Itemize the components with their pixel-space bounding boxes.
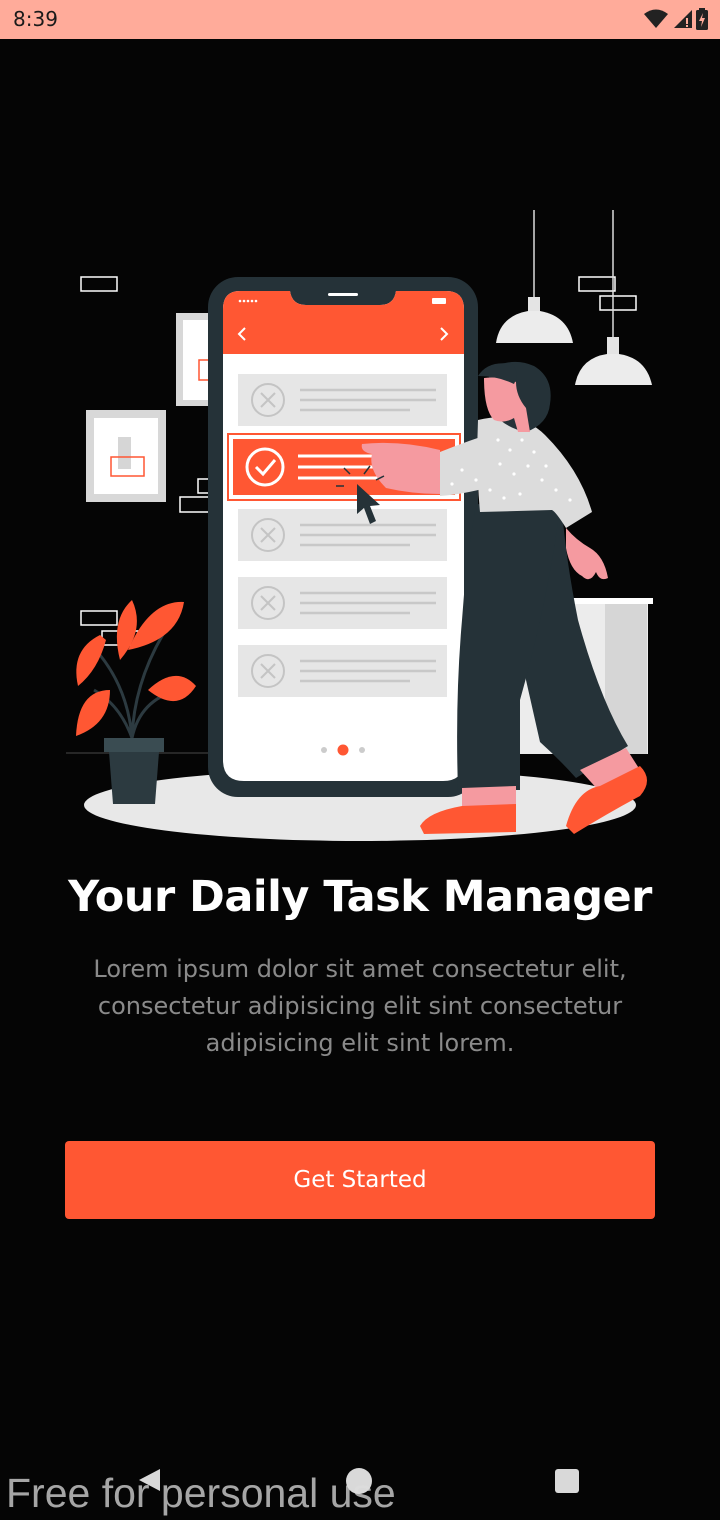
task-item-5 — [238, 645, 447, 697]
hero-illustration — [66, 210, 653, 841]
status-time: 8:39 — [13, 7, 58, 31]
onboarding-title: Your Daily Task Manager — [68, 872, 652, 922]
task-item-4 — [238, 577, 447, 629]
wifi-icon — [644, 9, 668, 28]
phone-mockup — [208, 277, 478, 797]
onboarding-description: Lorem ipsum dolor sit amet consectetur e… — [93, 955, 627, 1057]
battery-charging-icon — [696, 8, 708, 30]
status-icons — [644, 8, 708, 30]
task-item-3 — [238, 509, 447, 561]
signal-icon — [674, 10, 692, 28]
picture-frame-left — [86, 410, 166, 502]
status-bar: 8:39 — [0, 0, 720, 39]
recents-icon[interactable] — [555, 1469, 579, 1493]
hanging-lamps — [496, 210, 652, 385]
watermark: Free for personal use — [6, 1470, 396, 1516]
get-started-button[interactable]: Get Started — [65, 1141, 655, 1219]
task-item-1 — [238, 374, 447, 426]
